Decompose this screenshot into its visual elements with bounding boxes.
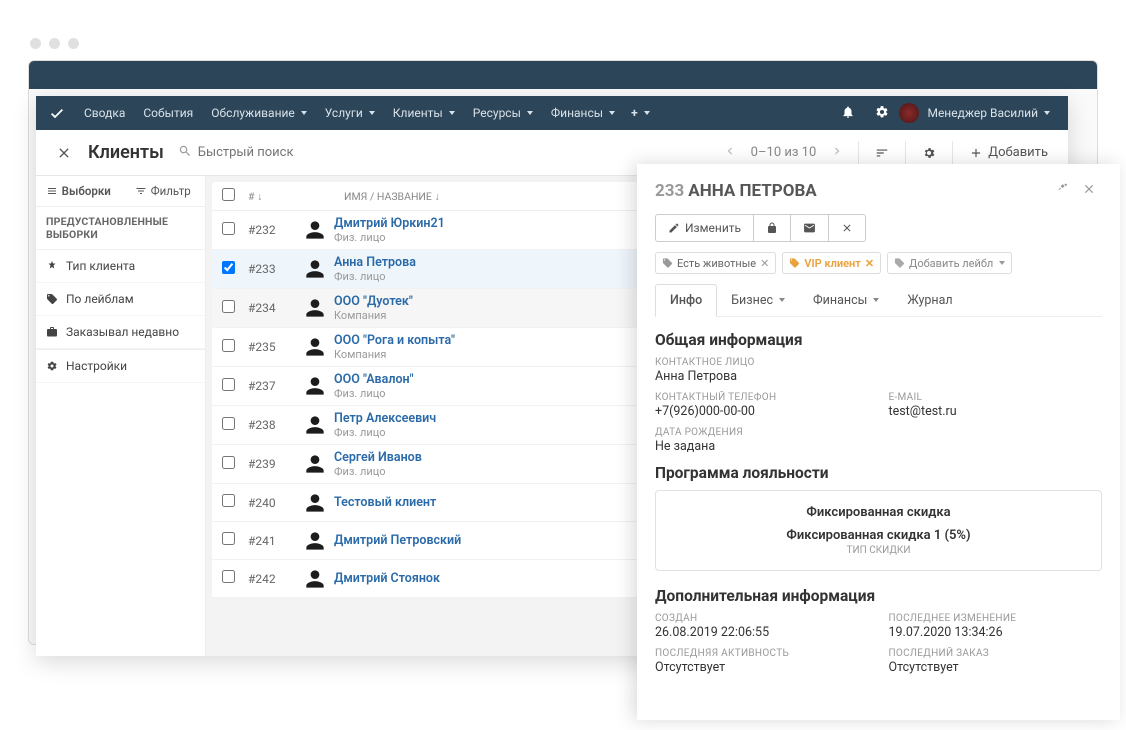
person-icon [302,295,328,321]
user-avatar[interactable] [899,103,919,123]
person-icon [302,334,328,360]
sidebar-item-by-labels[interactable]: По лейблам [36,283,205,316]
label-pets: Есть животные ✕ [655,252,776,274]
contact-person-value: Анна Петрова [655,369,1102,384]
detail-panel: 233АННА ПЕТРОВА Изменить [637,164,1120,720]
row-id: #239 [248,457,302,471]
order-value: Отсутствует [889,660,1103,675]
activity-value: Отсутствует [655,660,869,675]
email-button[interactable] [791,214,829,242]
label-vip: VIP клиент ✕ [782,252,881,274]
row-id: #240 [248,496,302,510]
detail-tab-1[interactable]: Бизнес [717,284,799,316]
dob-value: Не задана [655,439,1102,454]
person-icon [302,373,328,399]
detail-title: 233АННА ПЕТРОВА [655,181,817,201]
edit-button[interactable]: Изменить [655,214,754,242]
page-title: Клиенты [88,142,164,163]
sidebar: Выборки Фильтр ПРЕДУСТАНОВЛЕННЫЕ ВЫБОРКИ… [36,176,206,656]
label-pets-remove[interactable]: ✕ [760,257,769,270]
row-checkbox[interactable] [222,378,235,391]
nav-item-4[interactable]: Клиенты [385,98,463,128]
detail-close-icon[interactable] [1076,178,1102,204]
person-icon [302,451,328,477]
sidebar-item-client-type[interactable]: Тип клиента [36,250,205,283]
person-icon [302,490,328,516]
sidebar-presets-heading: ПРЕДУСТАНОВЛЕННЫЕ ВЫБОРКИ [36,207,205,250]
loyalty-heading: Программа лояльности [655,464,1102,482]
contact-phone-value: +7(926)000-00-00 [655,404,869,419]
extra-heading: Дополнительная информация [655,587,1102,605]
row-id: #234 [248,301,302,315]
label-vip-remove[interactable]: ✕ [865,257,874,270]
row-checkbox[interactable] [222,261,235,274]
row-checkbox[interactable] [222,339,235,352]
row-checkbox[interactable] [222,570,235,583]
person-icon [302,528,328,554]
row-id: #238 [248,418,302,432]
notifications-icon[interactable] [831,99,865,128]
row-checkbox[interactable] [222,532,235,545]
person-icon [302,256,328,282]
nav-item-1[interactable]: События [135,98,201,128]
add-button[interactable]: Добавить [959,139,1058,166]
row-id: #242 [248,572,302,586]
pagination: 0–10 из 10 [715,138,853,168]
pagination-info: 0–10 из 10 [751,145,817,160]
lock-button[interactable] [754,214,791,242]
search-input[interactable] [192,139,392,166]
top-navbar: СводкаСобытияОбслуживаниеУслугиКлиентыРе… [36,96,1068,130]
nav-item-0[interactable]: Сводка [76,98,133,128]
nav-item-2[interactable]: Обслуживание [203,98,315,128]
nav-add-menu[interactable]: + [623,98,658,128]
browser-dots [30,38,79,49]
sort-button[interactable] [865,138,899,168]
created-value: 26.08.2019 22:06:55 [655,625,869,640]
detail-tabs: ИнфоБизнесФинансыЖурнал [655,284,1102,317]
select-all-checkbox[interactable] [222,188,235,201]
add-label-button[interactable]: Добавить лейбл [887,252,1012,274]
app-logo[interactable] [46,102,68,124]
nav-item-6[interactable]: Финансы [543,98,623,128]
detail-tab-0[interactable]: Инфо [655,284,717,317]
nav-item-3[interactable]: Услуги [317,98,383,128]
sidebar-tab-samples[interactable]: Выборки [36,176,121,206]
row-checkbox[interactable] [222,494,235,507]
sidebar-item-recent-orders[interactable]: Заказывал недавно [36,316,205,349]
row-id: #232 [248,223,302,237]
page-prev[interactable] [715,138,745,168]
page-next[interactable] [822,138,852,168]
email-value: test@test.ru [889,404,1103,419]
labels-row: Есть животные ✕ VIP клиент ✕ Добавить ле… [655,252,1102,274]
settings-icon[interactable] [865,99,899,128]
user-menu[interactable]: Менеджер Василий [919,98,1058,128]
person-icon [302,412,328,438]
row-checkbox[interactable] [222,300,235,313]
row-id: #241 [248,534,302,548]
person-icon [302,566,328,592]
row-id: #233 [248,262,302,276]
row-id: #235 [248,340,302,354]
delete-button[interactable] [829,214,866,242]
toolbar-gear-icon[interactable] [912,138,946,168]
sidebar-item-settings[interactable]: Настройки [36,349,205,383]
detail-tab-2[interactable]: Финансы [799,284,893,316]
row-checkbox[interactable] [222,417,235,430]
search-icon [178,144,192,162]
loyalty-box: Фиксированная скидка Фиксированная скидк… [655,490,1102,571]
close-button[interactable] [46,137,82,169]
row-id: #237 [248,379,302,393]
modified-value: 19.07.2020 13:34:26 [889,625,1103,640]
detail-pin-icon[interactable] [1050,178,1076,204]
detail-tab-3[interactable]: Журнал [893,284,966,316]
nav-item-5[interactable]: Ресурсы [465,98,541,128]
person-icon [302,217,328,243]
row-checkbox[interactable] [222,456,235,469]
row-checkbox[interactable] [222,222,235,235]
general-heading: Общая информация [655,331,1102,349]
detail-actions: Изменить [655,214,1102,242]
sidebar-tab-filter[interactable]: Фильтр [121,176,206,206]
